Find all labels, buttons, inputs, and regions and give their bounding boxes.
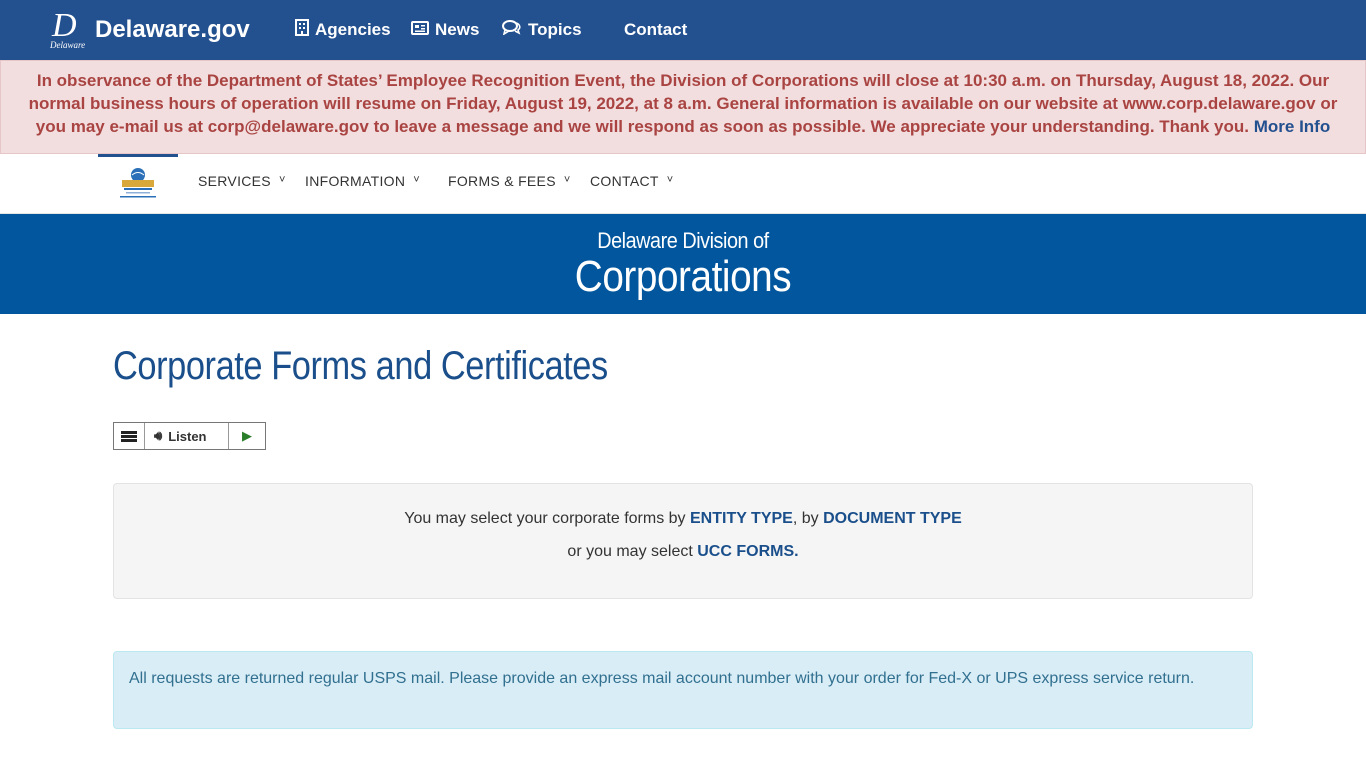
selection-line2-prefix: or you may select — [567, 543, 698, 560]
form-selection-panel: You may select your corporate forms by E… — [113, 483, 1253, 599]
delaware-logo[interactable]: D Delaware — [50, 7, 90, 52]
active-indicator — [98, 154, 178, 157]
hero-title: Corporations — [574, 252, 792, 301]
listen-label: Listen — [168, 428, 207, 444]
nav-topics-label: Topics — [528, 20, 582, 39]
logo-subtext: Delaware — [50, 40, 86, 50]
subnav-contact-label: CONTACT — [590, 173, 659, 189]
alert-message: In observance of the Department of State… — [28, 71, 1338, 136]
hero-subtitle: Delaware Division of — [597, 228, 769, 253]
chat-bubbles-icon — [502, 20, 522, 40]
selection-line-1: You may select your corporate forms by E… — [114, 510, 1252, 528]
speaker-icon: 🔊︎ — [154, 428, 163, 443]
division-nav: SERVICES ˅ INFORMATION ˅ FORMS & FEES ˅ CON… — [0, 154, 1366, 214]
building-icon — [295, 19, 309, 41]
chevron-down-icon: ˅ — [666, 174, 674, 186]
entity-type-link[interactable]: ENTITY TYPE — [690, 510, 793, 527]
listen-button[interactable]: 🔊︎ Listen — [145, 423, 229, 449]
top-bar: D Delaware Delaware.gov Agencies News To… — [0, 0, 1366, 60]
nav-news-label: News — [435, 20, 480, 39]
play-icon[interactable]: ▶ — [229, 423, 265, 449]
mail-info-message: All requests are returned regular USPS m… — [129, 670, 1195, 687]
chevron-down-icon: ˅ — [278, 174, 286, 186]
subnav-services[interactable]: SERVICES ˅ — [198, 172, 286, 192]
chevron-down-icon: ˅ — [563, 174, 571, 186]
nav-topics[interactable]: Topics — [502, 18, 582, 42]
subnav-forms-fees-label: FORMS & FEES — [448, 173, 556, 189]
site-title[interactable]: Delaware.gov — [95, 15, 250, 45]
chevron-down-icon: ˅ — [413, 174, 420, 186]
selection-line-2: or you may select UCC FORMS. — [114, 543, 1252, 561]
closure-alert: In observance of the Department of State… — [0, 60, 1366, 154]
nav-agencies-label: Agencies — [315, 20, 391, 39]
newspaper-icon — [411, 20, 429, 40]
readspeaker-widget: 🔊︎ Listen ▶ — [113, 422, 266, 450]
subnav-information[interactable]: INFORMATION ˅ — [305, 172, 420, 192]
ucc-forms-link[interactable]: UCC FORMS. — [697, 543, 798, 560]
menu-icon[interactable] — [114, 423, 145, 449]
subnav-information-label: INFORMATION — [305, 173, 406, 189]
page-title: Corporate Forms and Certificates — [113, 344, 608, 388]
nav-contact[interactable]: Contact — [624, 18, 687, 42]
subnav-contact[interactable]: CONTACT ˅ — [590, 172, 673, 192]
selection-mid: , by — [792, 510, 824, 527]
mail-info-box: All requests are returned regular USPS m… — [113, 651, 1253, 729]
subnav-services-label: SERVICES — [198, 173, 271, 189]
selection-prefix: You may select your corporate forms by — [404, 510, 690, 527]
document-type-link[interactable]: DOCUMENT TYPE — [823, 510, 962, 527]
subnav-forms-fees[interactable]: FORMS & FEES ˅ — [448, 172, 571, 192]
division-seal-logo[interactable] — [116, 166, 160, 200]
nav-contact-label: Contact — [624, 20, 688, 39]
nav-agencies[interactable]: Agencies — [295, 18, 391, 42]
nav-news[interactable]: News — [411, 18, 479, 42]
hero-banner: Delaware Division of Corporations — [0, 214, 1366, 314]
more-info-link[interactable]: More Info — [1254, 117, 1331, 136]
